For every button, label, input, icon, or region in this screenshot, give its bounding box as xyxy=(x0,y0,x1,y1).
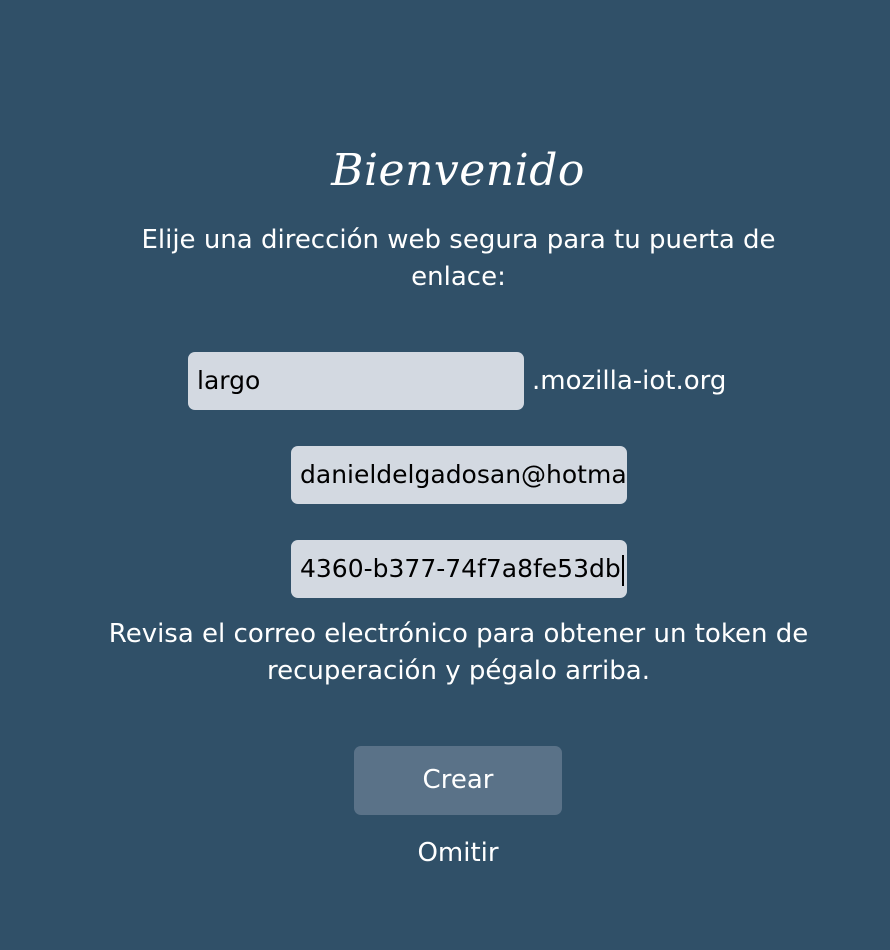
email-input[interactable]: danieldelgadosan@hotma xyxy=(291,446,627,504)
intro-text: Elije una dirección web segura para tu p… xyxy=(141,225,776,292)
welcome-screen: Bienvenido Elije una dirección web segur… xyxy=(0,0,890,950)
subdomain-input[interactable]: largo xyxy=(188,352,524,410)
domain-suffix: .mozilla-iot.org xyxy=(532,366,727,396)
skip-link[interactable]: Omitir xyxy=(354,834,562,872)
subdomain-value: largo xyxy=(197,366,261,395)
text-caret xyxy=(621,554,624,586)
email-value: danieldelgadosan@hotma xyxy=(300,460,627,489)
create-button[interactable]: Crear xyxy=(354,746,562,815)
page-title: Bienvenido xyxy=(331,145,585,196)
recovery-hint: Revisa el correo electrónico para obtene… xyxy=(108,619,809,686)
token-value: 4360-b377-74f7a8fe53db xyxy=(300,554,621,583)
recovery-token-input[interactable]: 4360-b377-74f7a8fe53db xyxy=(291,540,627,598)
